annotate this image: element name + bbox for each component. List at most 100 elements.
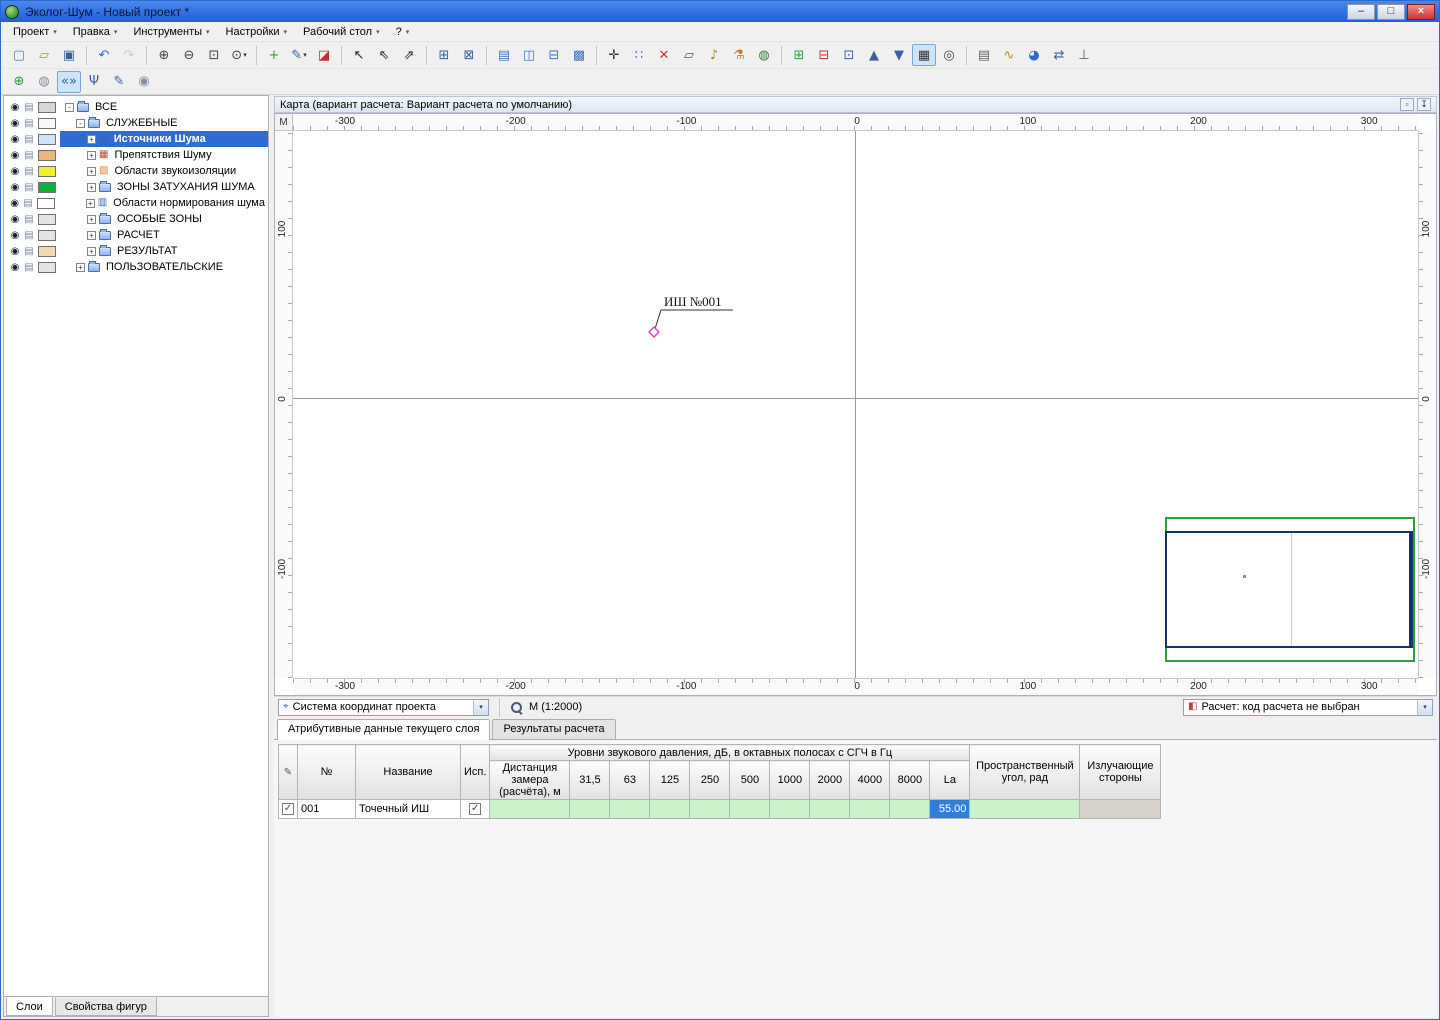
cell-distance[interactable] [490,800,570,819]
layer-print-icon[interactable]: ▤ [22,262,36,273]
tree-expander[interactable]: + [87,183,96,192]
tree-expander[interactable]: + [87,247,96,256]
tree-expander[interactable]: + [87,167,96,176]
layer-row[interactable]: ◉▤ + РАСЧЕТ [4,227,268,243]
col-header-name[interactable]: Название [356,745,461,800]
undo-button[interactable]: ↶ [92,44,116,66]
layer-row[interactable]: ◉▤-ВСЕ [4,99,268,115]
layer-node[interactable]: +▥Области нормирования шума [59,195,268,211]
layer-print-icon[interactable]: ▤ [22,166,36,177]
col-header-freq-31[interactable]: 31,5 [570,761,610,800]
measure-tool-button[interactable]: ⚗ [727,44,751,66]
layer-visibility-icon[interactable]: ◉ [8,230,22,241]
preview-button[interactable]: ◉ [132,71,156,93]
layer-label[interactable]: ЗОНЫ ЗАТУХАНИЯ ШУМА [114,181,258,193]
layer-row[interactable]: ◉▤+▥Области нормирования шума [4,195,268,211]
tree-expander[interactable]: - [76,119,85,128]
cell-freq-8000[interactable] [890,800,930,819]
layer-visibility-icon[interactable]: ◉ [8,214,22,225]
sketch-button[interactable]: ✎ [107,71,131,93]
layer-row[interactable]: ◉▤+◎Источники Шума [4,131,268,147]
close-button[interactable]: × [1407,4,1435,20]
col-header-freq-500[interactable]: 500 [730,761,770,800]
cell-name[interactable]: Точечный ИШ [356,800,461,819]
noise-source-marker-label[interactable]: ИШ №001 [664,294,722,310]
layer-row[interactable]: ◉▤+▦Препятствия Шуму [4,147,268,163]
title-bar[interactable]: Эколог-Шум - Новый проект * – □ × [1,1,1439,22]
tile-vertical-button[interactable]: ⊟ [542,44,566,66]
tree-expander[interactable]: + [87,151,96,160]
layer-node[interactable]: + ЗОНЫ ЗАТУХАНИЯ ШУМА [60,179,268,195]
export-button[interactable]: ⇄ [1047,44,1071,66]
layer-node[interactable]: -ВСЕ [60,99,268,115]
layer-row[interactable]: ◉▤-СЛУЖЕБНЫЕ [4,115,268,131]
chart-button[interactable]: ∿ [997,44,1021,66]
cell-sides[interactable] [1080,800,1161,819]
menu-help[interactable]: ? [388,24,418,40]
layer-row[interactable]: ◉▤+ЗОНЫ ЗАТУХАНИЯ ШУМА [4,179,268,195]
layer-color-swatch[interactable] [37,198,55,209]
pin-window-icon[interactable]: ↧ [1417,98,1431,111]
layer-label[interactable]: СЛУЖЕБНЫЕ [103,117,181,129]
tree-expander[interactable]: + [87,231,96,240]
layer-visibility-icon[interactable]: ◉ [8,262,22,273]
edit-nodes-button[interactable]: ∷ [627,44,651,66]
col-header-freq-250[interactable]: 250 [690,761,730,800]
layer-print-icon[interactable]: ▤ [22,118,36,129]
cell-freq-250[interactable] [690,800,730,819]
table-row[interactable]: ✓ 001 Точечный ИШ ✓ 55.00 [279,800,1161,819]
menu-tools[interactable]: Инструменты [125,24,217,40]
chevron-down-icon[interactable]: ▾ [473,700,488,715]
layer-print-icon[interactable]: ▤ [22,150,36,161]
layer-label[interactable]: РАСЧЕТ [114,229,163,241]
layer-color-swatch[interactable] [38,230,56,241]
search-object-button[interactable]: ◎ [937,44,961,66]
layer-node[interactable]: +ПОЛЬЗОВАТЕЛЬСКИЕ [60,259,268,275]
layer-row[interactable]: ◉▤+ОСОБЫЕ ЗОНЫ [4,211,268,227]
cell-freq-2000[interactable] [810,800,850,819]
cell-freq-63[interactable] [610,800,650,819]
layer-visibility-icon[interactable]: ◉ [8,134,22,145]
tab-layers[interactable]: Слои [6,997,53,1016]
add-object-button[interactable]: + [262,44,286,66]
col-header-freq-2000[interactable]: 2000 [810,761,850,800]
cell-num[interactable]: 001 [298,800,356,819]
row-insert-button[interactable]: ⊡ [837,44,861,66]
cell-angle[interactable] [970,800,1080,819]
select-button[interactable]: ↖ [347,44,371,66]
select-area-button[interactable]: ⇗ [397,44,421,66]
row-down-button[interactable]: ▼ [887,44,911,66]
layer-node[interactable]: - СЛУЖЕБНЫЕ [60,115,268,131]
copy-figure-button[interactable]: ▤ [492,44,516,66]
select-all-button[interactable]: ⊠ [457,44,481,66]
plumb-button[interactable]: ⊥ [1072,44,1096,66]
layer-visibility-icon[interactable]: ◉ [8,102,22,113]
zoom-in-button[interactable]: ⊕ [152,44,176,66]
row-up-button[interactable]: ▲ [862,44,886,66]
layer-visibility-icon[interactable]: ◉ [8,198,21,209]
layer-print-icon[interactable]: ▤ [22,230,36,241]
layer-label[interactable]: Области нормирования шума [110,197,268,209]
select-point-button[interactable]: ⇖ [372,44,396,66]
map-canvas[interactable]: ИШ №001 [293,131,1418,678]
layer-visibility-icon[interactable]: ◉ [8,246,22,257]
delete-figure-button[interactable]: ✕ [652,44,676,66]
cell-freq-500[interactable] [730,800,770,819]
calc-zone-rect[interactable] [1165,531,1413,648]
use-checkbox[interactable]: ✓ [469,803,481,815]
row-select-cell[interactable]: ✓ [279,800,298,819]
layer-node[interactable]: +▧Области звукоизоляции [60,163,268,179]
layer-visibility-icon[interactable]: ◉ [8,166,22,177]
col-header-angle[interactable]: Пространственный угол, рад [970,745,1080,800]
print-button[interactable]: ▤ [972,44,996,66]
layer-row[interactable]: ◉▤ +ПОЛЬЗОВАТЕЛЬСКИЕ [4,259,268,275]
layer-color-swatch[interactable] [38,102,56,113]
col-header-sides[interactable]: Излучающие стороны [1080,745,1161,800]
cell-freq-1000[interactable] [770,800,810,819]
layer-color-swatch[interactable] [38,262,56,273]
layer-node[interactable]: +ОСОБЫЕ ЗОНЫ [60,211,268,227]
layer-color-swatch[interactable] [38,214,56,225]
row-indicator-header[interactable]: ✎ [279,745,298,800]
cell-freq-125[interactable] [650,800,690,819]
float-window-icon[interactable]: ▫ [1400,98,1414,111]
